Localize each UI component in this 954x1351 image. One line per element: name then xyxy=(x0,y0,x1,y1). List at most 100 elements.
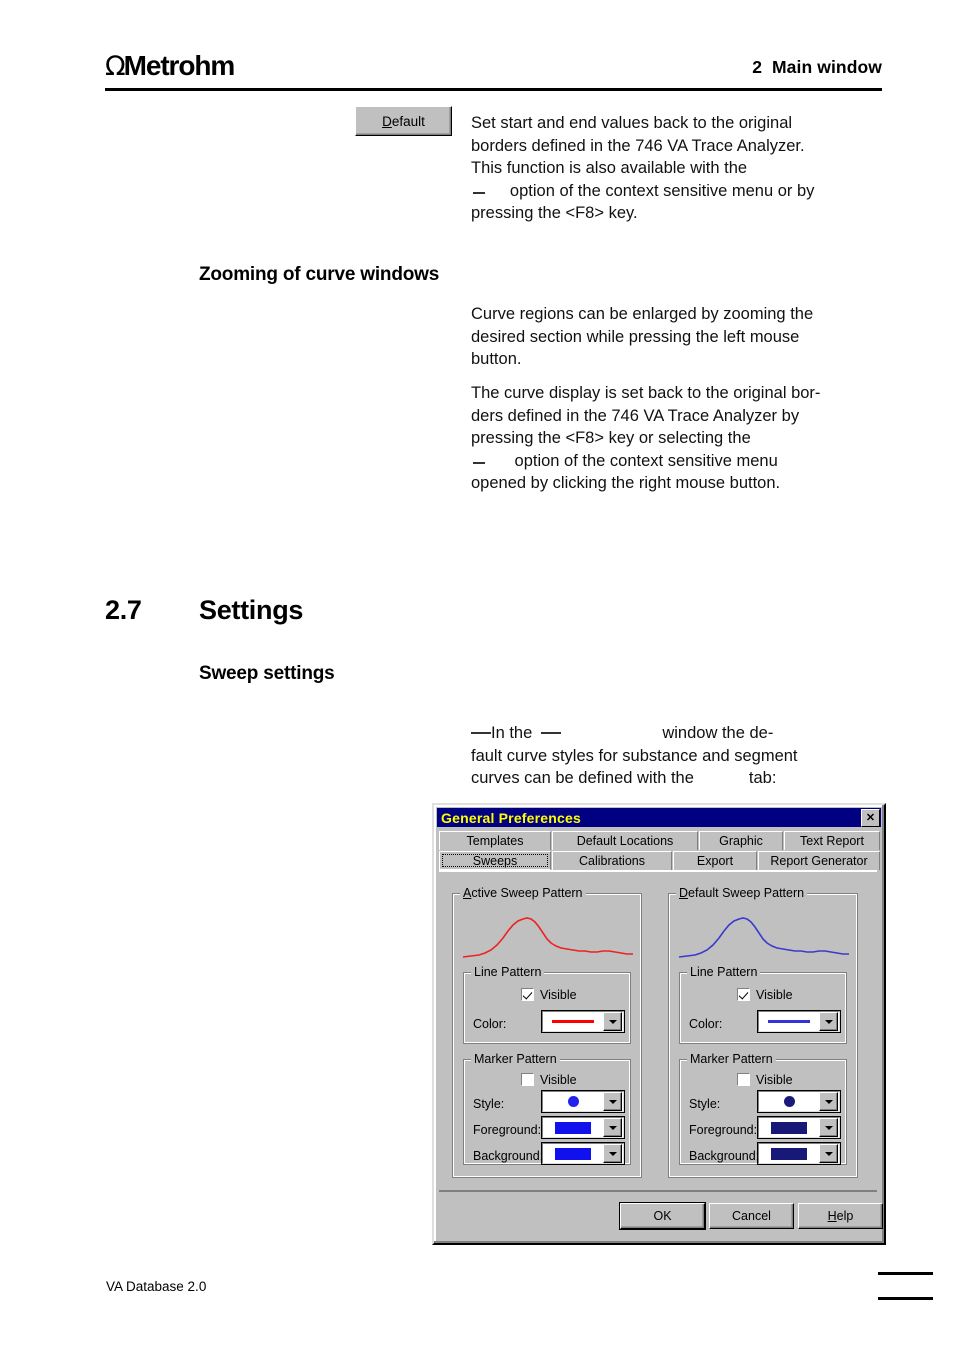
marker-visible-checkbox[interactable] xyxy=(737,1073,750,1087)
tab-calibrations[interactable]: Calibrations xyxy=(552,851,672,870)
ok-button[interactable]: OK xyxy=(619,1202,706,1230)
zoom-p2-line-3: pressing the <F8> key or selecting the xyxy=(471,429,751,448)
default-sweep-curve xyxy=(678,917,849,958)
chevron-down-icon[interactable] xyxy=(603,1092,622,1111)
section-title: Settings xyxy=(199,595,304,625)
group-marker-pattern-active: Marker Pattern Visible Style: Foreground… xyxy=(463,1052,631,1165)
tab-label: Templates xyxy=(466,834,524,848)
marker-foreground-swatch xyxy=(759,1118,819,1137)
redacted-term xyxy=(473,461,485,464)
group-line-pattern-active: Line Pattern Visible Color: xyxy=(463,965,631,1044)
marker-style-swatch xyxy=(543,1092,603,1111)
line-visible-label: Visible xyxy=(540,987,577,1002)
zoom-paragraph-1: Curve regions can be enlarged by zooming… xyxy=(471,303,891,371)
intro-line-2: borders defined in the 746 VA Trace Anal… xyxy=(471,136,805,155)
tab-templates[interactable]: Templates xyxy=(439,831,551,850)
dialog-titlebar[interactable]: General Preferences ✕ xyxy=(437,808,881,827)
marker-background-combo-active[interactable] xyxy=(541,1142,625,1165)
line-color-combo-active[interactable] xyxy=(541,1010,625,1033)
line-visible-label: Visible xyxy=(756,987,793,1002)
marker-visible-checkbox[interactable] xyxy=(521,1073,534,1087)
line-visible-checkbox[interactable] xyxy=(521,988,534,1002)
intro-line-3: This function is also available with the xyxy=(471,159,748,178)
group-legend: Marker Pattern xyxy=(471,1052,560,1066)
group-legend: Active Sweep Pattern xyxy=(460,886,586,900)
section-number: 2.7 xyxy=(105,595,142,625)
tab-label: Sweeps xyxy=(472,853,518,868)
tab-label: Text Report xyxy=(800,834,864,848)
marker-visible-label: Visible xyxy=(756,1072,793,1087)
dialog-title: General Preferences xyxy=(441,809,581,826)
close-icon[interactable]: ✕ xyxy=(861,809,880,827)
tab-text-report[interactable]: Text Report xyxy=(784,831,880,850)
marker-foreground-swatch xyxy=(543,1118,603,1137)
zoom-p2-line-5: opened by clicking the right mouse butto… xyxy=(471,474,781,493)
chevron-down-icon[interactable] xyxy=(819,1012,838,1031)
heading-zooming: Zooming of curve windows xyxy=(199,264,440,285)
marker-visible-label: Visible xyxy=(540,1072,577,1087)
footer-product: VA Database 2.0 xyxy=(106,1279,207,1294)
tab-row-upper: Templates Default Locations Graphic Text Re… xyxy=(439,831,881,850)
close-glyph: ✕ xyxy=(865,811,876,824)
group-legend: Default Sweep Pattern xyxy=(676,886,808,900)
general-preferences-dialog: General Preferences ✕ Templates Default L… xyxy=(432,803,886,1245)
default-button[interactable]: Default xyxy=(355,106,452,136)
chapter-title: 2 Main window xyxy=(752,57,882,77)
marker-style-combo-default[interactable] xyxy=(757,1090,841,1113)
redacted-term xyxy=(473,191,485,194)
redacted-page-mark-upper xyxy=(878,1272,933,1275)
marker-background-combo-default[interactable] xyxy=(757,1142,841,1165)
marker-visible-row: Visible xyxy=(521,1072,577,1087)
line-visible-checkbox[interactable] xyxy=(737,988,750,1002)
settings-line-2: fault curve styles for substance and seg… xyxy=(471,746,798,765)
marker-foreground-label: Foreground: xyxy=(689,1123,758,1137)
settings-line-3: curves can be defined with the tab: xyxy=(471,769,777,788)
group-legend: Line Pattern xyxy=(687,965,761,979)
tab-sweeps[interactable]: Sweeps xyxy=(439,851,551,870)
marker-foreground-combo-default[interactable] xyxy=(757,1116,841,1139)
cancel-button-label: Cancel xyxy=(732,1209,771,1223)
omega-icon: Ω xyxy=(105,51,126,82)
help-button-label: Help xyxy=(827,1209,854,1223)
line-color-label: Color: xyxy=(473,1017,507,1031)
tabs-divider xyxy=(439,870,877,872)
chevron-down-icon[interactable] xyxy=(819,1092,838,1111)
help-button[interactable]: Help xyxy=(798,1203,883,1229)
tab-row-lower: Sweeps Calibrations Export Report Generator xyxy=(439,851,881,870)
line-color-combo-default[interactable] xyxy=(757,1010,841,1033)
tab-export[interactable]: Export xyxy=(673,851,757,870)
tab-label: Graphic xyxy=(719,834,763,848)
zoom-p1-line-2: desired section while pressing the left … xyxy=(471,327,800,346)
intro-line-5: pressing the <F8> key. xyxy=(471,204,638,223)
tab-label: Export xyxy=(696,854,734,868)
tab-graphic[interactable]: Graphic xyxy=(699,831,783,850)
metrohm-logo: Ω Metrohm xyxy=(105,51,235,82)
line-visible-row: Visible xyxy=(737,987,793,1002)
tab-report-generator[interactable]: Report Generator xyxy=(758,851,880,870)
zoom-p2-line-4: option of the context sensitive menu xyxy=(471,450,891,473)
marker-background-swatch xyxy=(759,1144,819,1163)
cancel-button[interactable]: Cancel xyxy=(709,1203,794,1229)
chevron-down-icon[interactable] xyxy=(603,1012,622,1031)
zoom-p1-line-1: Curve regions can be enlarged by zooming… xyxy=(471,305,814,323)
marker-background-label: Background: xyxy=(473,1149,544,1163)
line-color-label: Color: xyxy=(689,1017,723,1031)
zoom-p2-line-1: The curve display is set back to the ori… xyxy=(471,384,821,402)
chevron-down-icon[interactable] xyxy=(819,1118,838,1137)
chevron-down-icon[interactable] xyxy=(603,1118,622,1137)
dialog-footer-divider xyxy=(439,1190,877,1192)
ok-button-label: OK xyxy=(653,1209,672,1223)
group-legend: Marker Pattern xyxy=(687,1052,776,1066)
group-default-sweep-pattern: Default Sweep Pattern Line Pattern Visib… xyxy=(668,886,858,1178)
marker-style-combo-active[interactable] xyxy=(541,1090,625,1113)
chevron-down-icon[interactable] xyxy=(603,1144,622,1163)
marker-style-label: Style: xyxy=(689,1097,721,1111)
active-sweep-curve xyxy=(462,917,633,958)
heading-sweep-settings: Sweep settings xyxy=(199,663,335,684)
redacted-page-mark-lower xyxy=(878,1297,933,1300)
tab-default-locations[interactable]: Default Locations xyxy=(552,831,698,850)
intro-line-1: Set start and end values back to the ori… xyxy=(471,114,793,132)
chevron-down-icon[interactable] xyxy=(819,1144,838,1163)
marker-foreground-combo-active[interactable] xyxy=(541,1116,625,1139)
marker-background-swatch xyxy=(543,1144,603,1163)
